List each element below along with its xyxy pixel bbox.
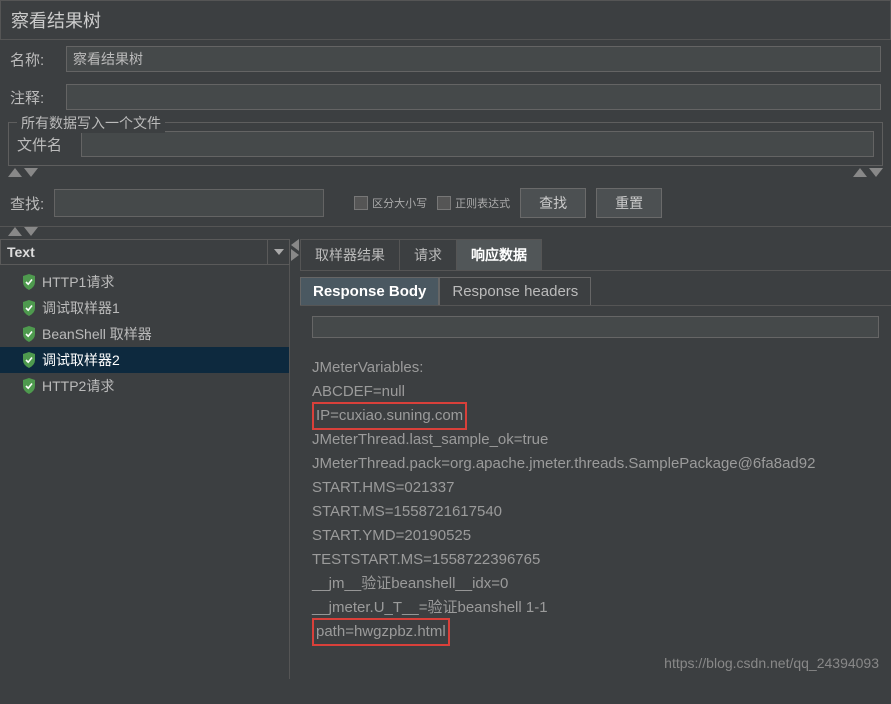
response-line: JMeterThread.last_sample_ok=true bbox=[312, 428, 879, 452]
shield-icon bbox=[22, 378, 36, 394]
response-line: START.YMD=20190525 bbox=[312, 524, 879, 548]
regex-label: 正则表达式 bbox=[455, 195, 510, 211]
name-input[interactable] bbox=[66, 46, 881, 72]
tree-item[interactable]: 调试取样器1 bbox=[0, 295, 289, 321]
response-line: TESTSTART.MS=1558722396765 bbox=[312, 548, 879, 572]
highlighted-text: path=hwgzpbz.html bbox=[312, 618, 450, 646]
dropdown-value: Text bbox=[1, 240, 267, 264]
subtab[interactable]: Response Body bbox=[300, 277, 439, 305]
file-output-group: 所有数据写入一个文件 文件名 bbox=[8, 122, 883, 166]
response-body: JMeterVariables:ABCDEF=nullIP=cuxiao.sun… bbox=[312, 356, 879, 644]
name-label: 名称: bbox=[10, 49, 58, 70]
search-inline-input[interactable] bbox=[312, 316, 879, 338]
subtabs-row: Response BodyResponse headers bbox=[300, 271, 891, 306]
tab[interactable]: 请求 bbox=[399, 239, 457, 270]
response-line: START.MS=1558721617540 bbox=[312, 500, 879, 524]
response-line: __jmeter.U_T__=验证beanshell 1-1 bbox=[312, 596, 879, 620]
result-tree: HTTP1请求调试取样器1 BeanShell 取样器调试取样器2 HTTP2请求 bbox=[0, 265, 290, 679]
file-label: 文件名 bbox=[17, 134, 73, 155]
triangle-up-icon bbox=[8, 227, 22, 236]
tree-item-label: BeanShell 取样器 bbox=[42, 324, 152, 344]
tree-item[interactable]: 调试取样器2 bbox=[0, 347, 289, 373]
tree-item[interactable]: BeanShell 取样器 bbox=[0, 321, 289, 347]
case-sensitive-checkbox[interactable]: 区分大小写 bbox=[354, 195, 427, 211]
comment-label: 注释: bbox=[10, 87, 58, 108]
tree-item-label: HTTP2请求 bbox=[42, 376, 114, 396]
tree-item[interactable]: HTTP2请求 bbox=[0, 373, 289, 399]
response-line: ABCDEF=null bbox=[312, 380, 879, 404]
triangle-down-icon bbox=[869, 168, 883, 177]
display-format-dropdown[interactable]: Text bbox=[0, 239, 290, 265]
tab[interactable]: 响应数据 bbox=[456, 239, 542, 270]
splitter-vertical[interactable] bbox=[290, 239, 300, 679]
triangle-up-icon bbox=[8, 168, 22, 177]
regex-checkbox[interactable]: 正则表达式 bbox=[437, 195, 510, 211]
search-button[interactable]: 查找 bbox=[520, 188, 586, 218]
reset-button[interactable]: 重置 bbox=[596, 188, 662, 218]
shield-icon bbox=[22, 326, 36, 342]
tree-item[interactable]: HTTP1请求 bbox=[0, 269, 289, 295]
tree-item-label: 调试取样器1 bbox=[42, 298, 120, 318]
shield-icon bbox=[22, 352, 36, 368]
highlighted-text: IP=cuxiao.suning.com bbox=[312, 402, 467, 430]
shield-icon bbox=[22, 300, 36, 316]
tree-item-label: 调试取样器2 bbox=[42, 350, 120, 370]
response-line: __jm__验证beanshell__idx=0 bbox=[312, 572, 879, 596]
tree-item-label: HTTP1请求 bbox=[42, 272, 114, 292]
comment-input[interactable] bbox=[66, 84, 881, 110]
response-line: IP=cuxiao.suning.com bbox=[312, 404, 879, 428]
triangle-up-icon bbox=[853, 168, 867, 177]
subtab[interactable]: Response headers bbox=[439, 277, 591, 305]
search-input[interactable] bbox=[54, 189, 324, 217]
checkbox-icon bbox=[437, 196, 451, 210]
triangle-down-icon bbox=[24, 168, 38, 177]
splitter-top[interactable] bbox=[0, 168, 891, 180]
search-label: 查找: bbox=[10, 193, 44, 214]
file-group-legend: 所有数据写入一个文件 bbox=[17, 113, 165, 133]
window-title: 察看结果树 bbox=[0, 0, 891, 40]
case-sensitive-label: 区分大小写 bbox=[372, 195, 427, 211]
response-line: JMeterThread.pack=org.apache.jmeter.thre… bbox=[312, 452, 879, 476]
tabs-row: 取样器结果请求响应数据 bbox=[300, 239, 891, 271]
response-line: JMeterVariables: bbox=[312, 356, 879, 380]
chevron-down-icon bbox=[267, 240, 289, 264]
file-input[interactable] bbox=[81, 131, 874, 157]
response-line: path=hwgzpbz.html bbox=[312, 620, 879, 644]
triangle-down-icon bbox=[24, 227, 38, 236]
triangle-right-icon bbox=[291, 249, 299, 261]
response-line: START.HMS=021337 bbox=[312, 476, 879, 500]
checkbox-icon bbox=[354, 196, 368, 210]
splitter-mid[interactable] bbox=[0, 227, 891, 239]
watermark-text: https://blog.csdn.net/qq_24394093 bbox=[664, 655, 879, 671]
shield-icon bbox=[22, 274, 36, 290]
tab[interactable]: 取样器结果 bbox=[300, 239, 400, 270]
